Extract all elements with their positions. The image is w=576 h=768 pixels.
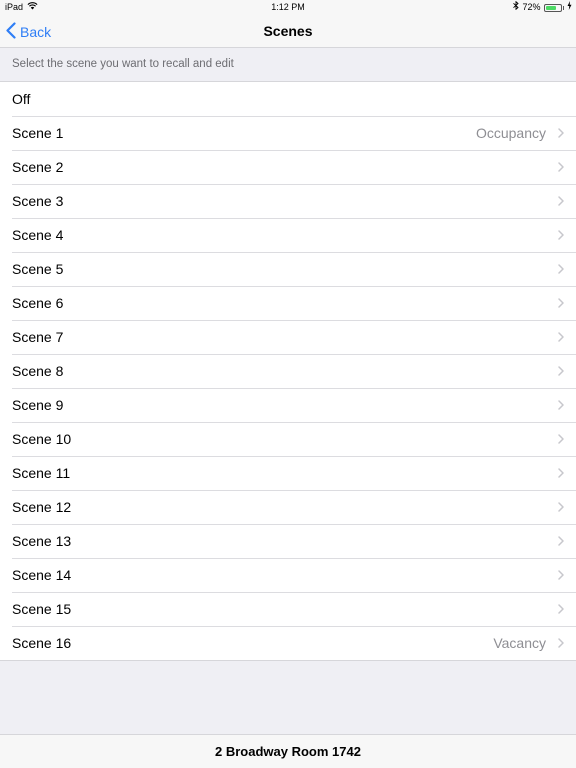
- scene-list: Off Scene 1 Occupancy Scene 2 Scene 3 Scene 4…: [0, 81, 576, 661]
- scene-row[interactable]: Scene 15: [0, 592, 576, 626]
- scene-label: Scene 10: [12, 431, 72, 447]
- navigation-bar: Back Scenes: [0, 15, 576, 48]
- status-time: 1:12 PM: [271, 2, 305, 12]
- scene-label: Scene 15: [12, 601, 72, 617]
- scene-label: Scene 3: [12, 193, 64, 209]
- scene-label: Scene 9: [12, 397, 64, 413]
- battery-tip: [562, 5, 564, 10]
- scene-row[interactable]: Scene 16 Vacancy: [0, 626, 576, 660]
- section-header: Select the scene you want to recall and …: [0, 48, 576, 81]
- scene-label: Scene 2: [12, 159, 64, 175]
- status-bar: iPad 1:12 PM 72%: [0, 0, 576, 15]
- scene-row[interactable]: Scene 1 Occupancy: [0, 116, 576, 150]
- scene-label: Off: [12, 91, 31, 107]
- chevron-right-icon: [558, 468, 564, 478]
- battery-fill: [545, 5, 556, 10]
- page-title: Scenes: [263, 23, 313, 39]
- scene-row[interactable]: Scene 6: [0, 286, 576, 320]
- chevron-right-icon: [558, 536, 564, 546]
- scene-label: Scene 11: [12, 465, 71, 481]
- chevron-right-icon: [558, 196, 564, 206]
- charging-icon: [567, 0, 572, 15]
- chevron-right-icon: [558, 230, 564, 240]
- scenes-screen: iPad 1:12 PM 72% Back Scenes Select the …: [0, 0, 576, 768]
- scene-row[interactable]: Scene 10: [0, 422, 576, 456]
- scene-label: Scene 1: [12, 125, 64, 141]
- scene-label: Scene 6: [12, 295, 64, 311]
- back-button[interactable]: Back: [6, 15, 51, 48]
- chevron-right-icon: [558, 400, 564, 410]
- scene-label: Scene 8: [12, 363, 64, 379]
- scene-row[interactable]: Scene 12: [0, 490, 576, 524]
- scene-detail: Vacancy: [493, 635, 546, 651]
- chevron-right-icon: [558, 332, 564, 342]
- bluetooth-icon: [513, 0, 520, 15]
- chevron-right-icon: [558, 162, 564, 172]
- battery-icon: [543, 3, 562, 12]
- scene-row[interactable]: Scene 11: [0, 456, 576, 490]
- scene-label: Scene 7: [12, 329, 64, 345]
- scene-row[interactable]: Scene 5: [0, 252, 576, 286]
- scene-row[interactable]: Scene 2: [0, 150, 576, 184]
- chevron-right-icon: [558, 264, 564, 274]
- scene-label: Scene 16: [12, 635, 72, 651]
- chevron-right-icon: [558, 298, 564, 308]
- scene-detail: Occupancy: [475, 125, 546, 141]
- scene-row[interactable]: Scene 13: [0, 524, 576, 558]
- scene-row[interactable]: Scene 3: [0, 184, 576, 218]
- scene-row[interactable]: Off: [0, 82, 576, 116]
- chevron-right-icon: [558, 502, 564, 512]
- scene-label: Scene 14: [12, 567, 72, 583]
- battery-percent: 72%: [522, 2, 541, 12]
- scene-row[interactable]: Scene 14: [0, 558, 576, 592]
- scene-row[interactable]: Scene 8: [0, 354, 576, 388]
- chevron-left-icon: [6, 21, 20, 42]
- scene-label: Scene 4: [12, 227, 64, 243]
- room-name: 2 Broadway Room 1742: [215, 744, 361, 759]
- room-footer: 2 Broadway Room 1742: [0, 734, 576, 768]
- scene-label: Scene 12: [12, 499, 72, 515]
- scene-row[interactable]: Scene 7: [0, 320, 576, 354]
- chevron-right-icon: [558, 604, 564, 614]
- scene-row[interactable]: Scene 4: [0, 218, 576, 252]
- scene-row[interactable]: Scene 9: [0, 388, 576, 422]
- chevron-right-icon: [558, 434, 564, 444]
- scene-label: Scene 13: [12, 533, 72, 549]
- chevron-right-icon: [558, 570, 564, 580]
- back-label: Back: [20, 23, 52, 40]
- chevron-right-icon: [558, 638, 564, 648]
- chevron-right-icon: [558, 128, 564, 138]
- scene-label: Scene 5: [12, 261, 64, 277]
- status-right: 72%: [513, 0, 572, 15]
- chevron-right-icon: [558, 366, 564, 376]
